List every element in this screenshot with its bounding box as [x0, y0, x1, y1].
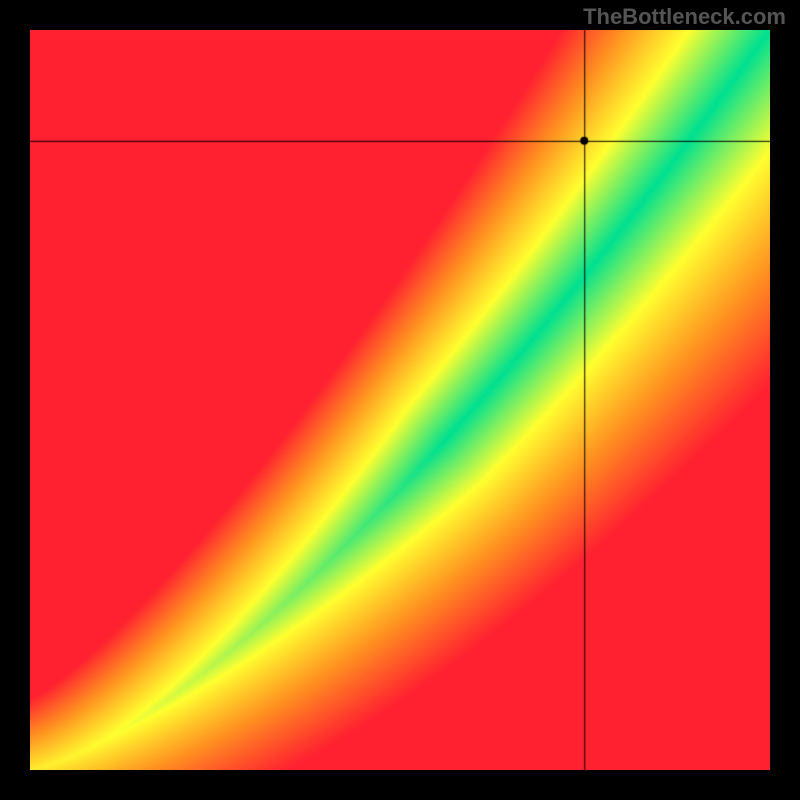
heatmap-canvas — [30, 30, 770, 770]
heatmap-chart — [30, 30, 770, 770]
watermark-text: TheBottleneck.com — [583, 4, 786, 30]
